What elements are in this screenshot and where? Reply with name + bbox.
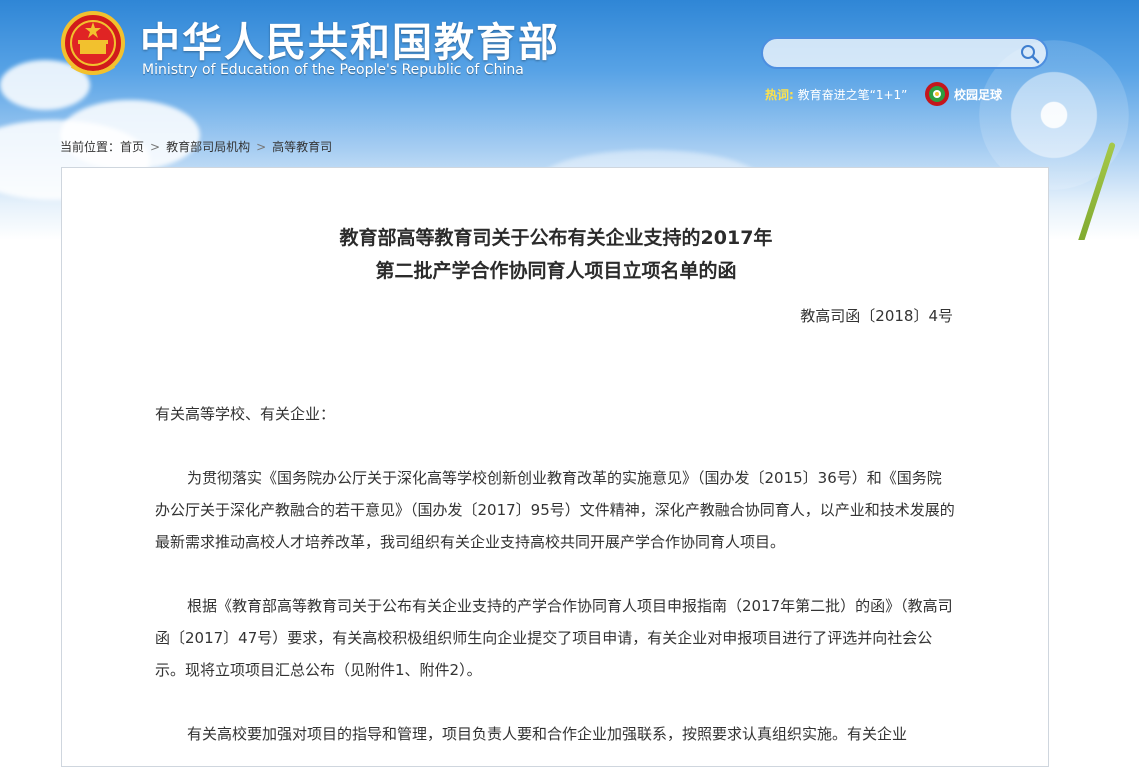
paragraph-2: 根据《教育部高等教育司关于公布有关企业支持的产学合作协同育人项目申报指南（201… (155, 597, 953, 679)
site-subtitle: Ministry of Education of the People's Re… (142, 62, 524, 78)
paragraph-3: 有关高校要加强对项目的指导和管理，项目负责人要和合作企业加强联系，按照要求认真组… (187, 725, 908, 743)
site-title[interactable]: 中华人民共和国教育部 (140, 10, 560, 68)
breadcrumb-departments[interactable]: 教育部司局机构 (166, 140, 250, 154)
campus-football-link[interactable]: 校园足球 (924, 81, 1002, 107)
campus-football-label: 校园足球 (954, 87, 1003, 102)
search-box[interactable] (761, 37, 1048, 69)
search-icon[interactable] (1020, 44, 1040, 64)
national-emblem-icon (61, 11, 125, 75)
hot-link[interactable]: 教育奋进之笔“1+1” (798, 88, 908, 102)
search-input[interactable] (777, 44, 1021, 66)
article-panel: 教育部高等教育司关于公布有关企业支持的2017年 第二批产学合作协同育人项目立项… (61, 167, 1049, 767)
breadcrumb-higher-education[interactable]: 高等教育司 (272, 140, 332, 154)
hot-label: 热词: (765, 88, 794, 102)
breadcrumb-home[interactable]: 首页 (120, 140, 144, 154)
doc-title-line-1: 教育部高等教育司关于公布有关企业支持的2017年 (339, 227, 773, 249)
campus-football-logo-icon (925, 82, 949, 106)
paragraph-1: 为贯彻落实《国务院办公厅关于深化高等学校创新创业教育改革的实施意见》（国办发〔2… (155, 469, 955, 551)
breadcrumb: 当前位置：首页 > 教育部司局机构 > 高等教育司 (60, 138, 332, 155)
breadcrumb-prefix: 当前位置： (60, 140, 121, 154)
doc-title-line-2: 第二批产学合作协同育人项目立项名单的函 (375, 260, 737, 282)
breadcrumb-separator: > (150, 140, 161, 154)
salutation: 有关高等学校、有关企业： (155, 405, 336, 423)
hot-topics: 热词: 教育奋进之笔“1+1” (765, 86, 907, 103)
breadcrumb-separator: > (256, 140, 267, 154)
doc-number: 教高司函〔2018〕4号 (800, 307, 953, 325)
